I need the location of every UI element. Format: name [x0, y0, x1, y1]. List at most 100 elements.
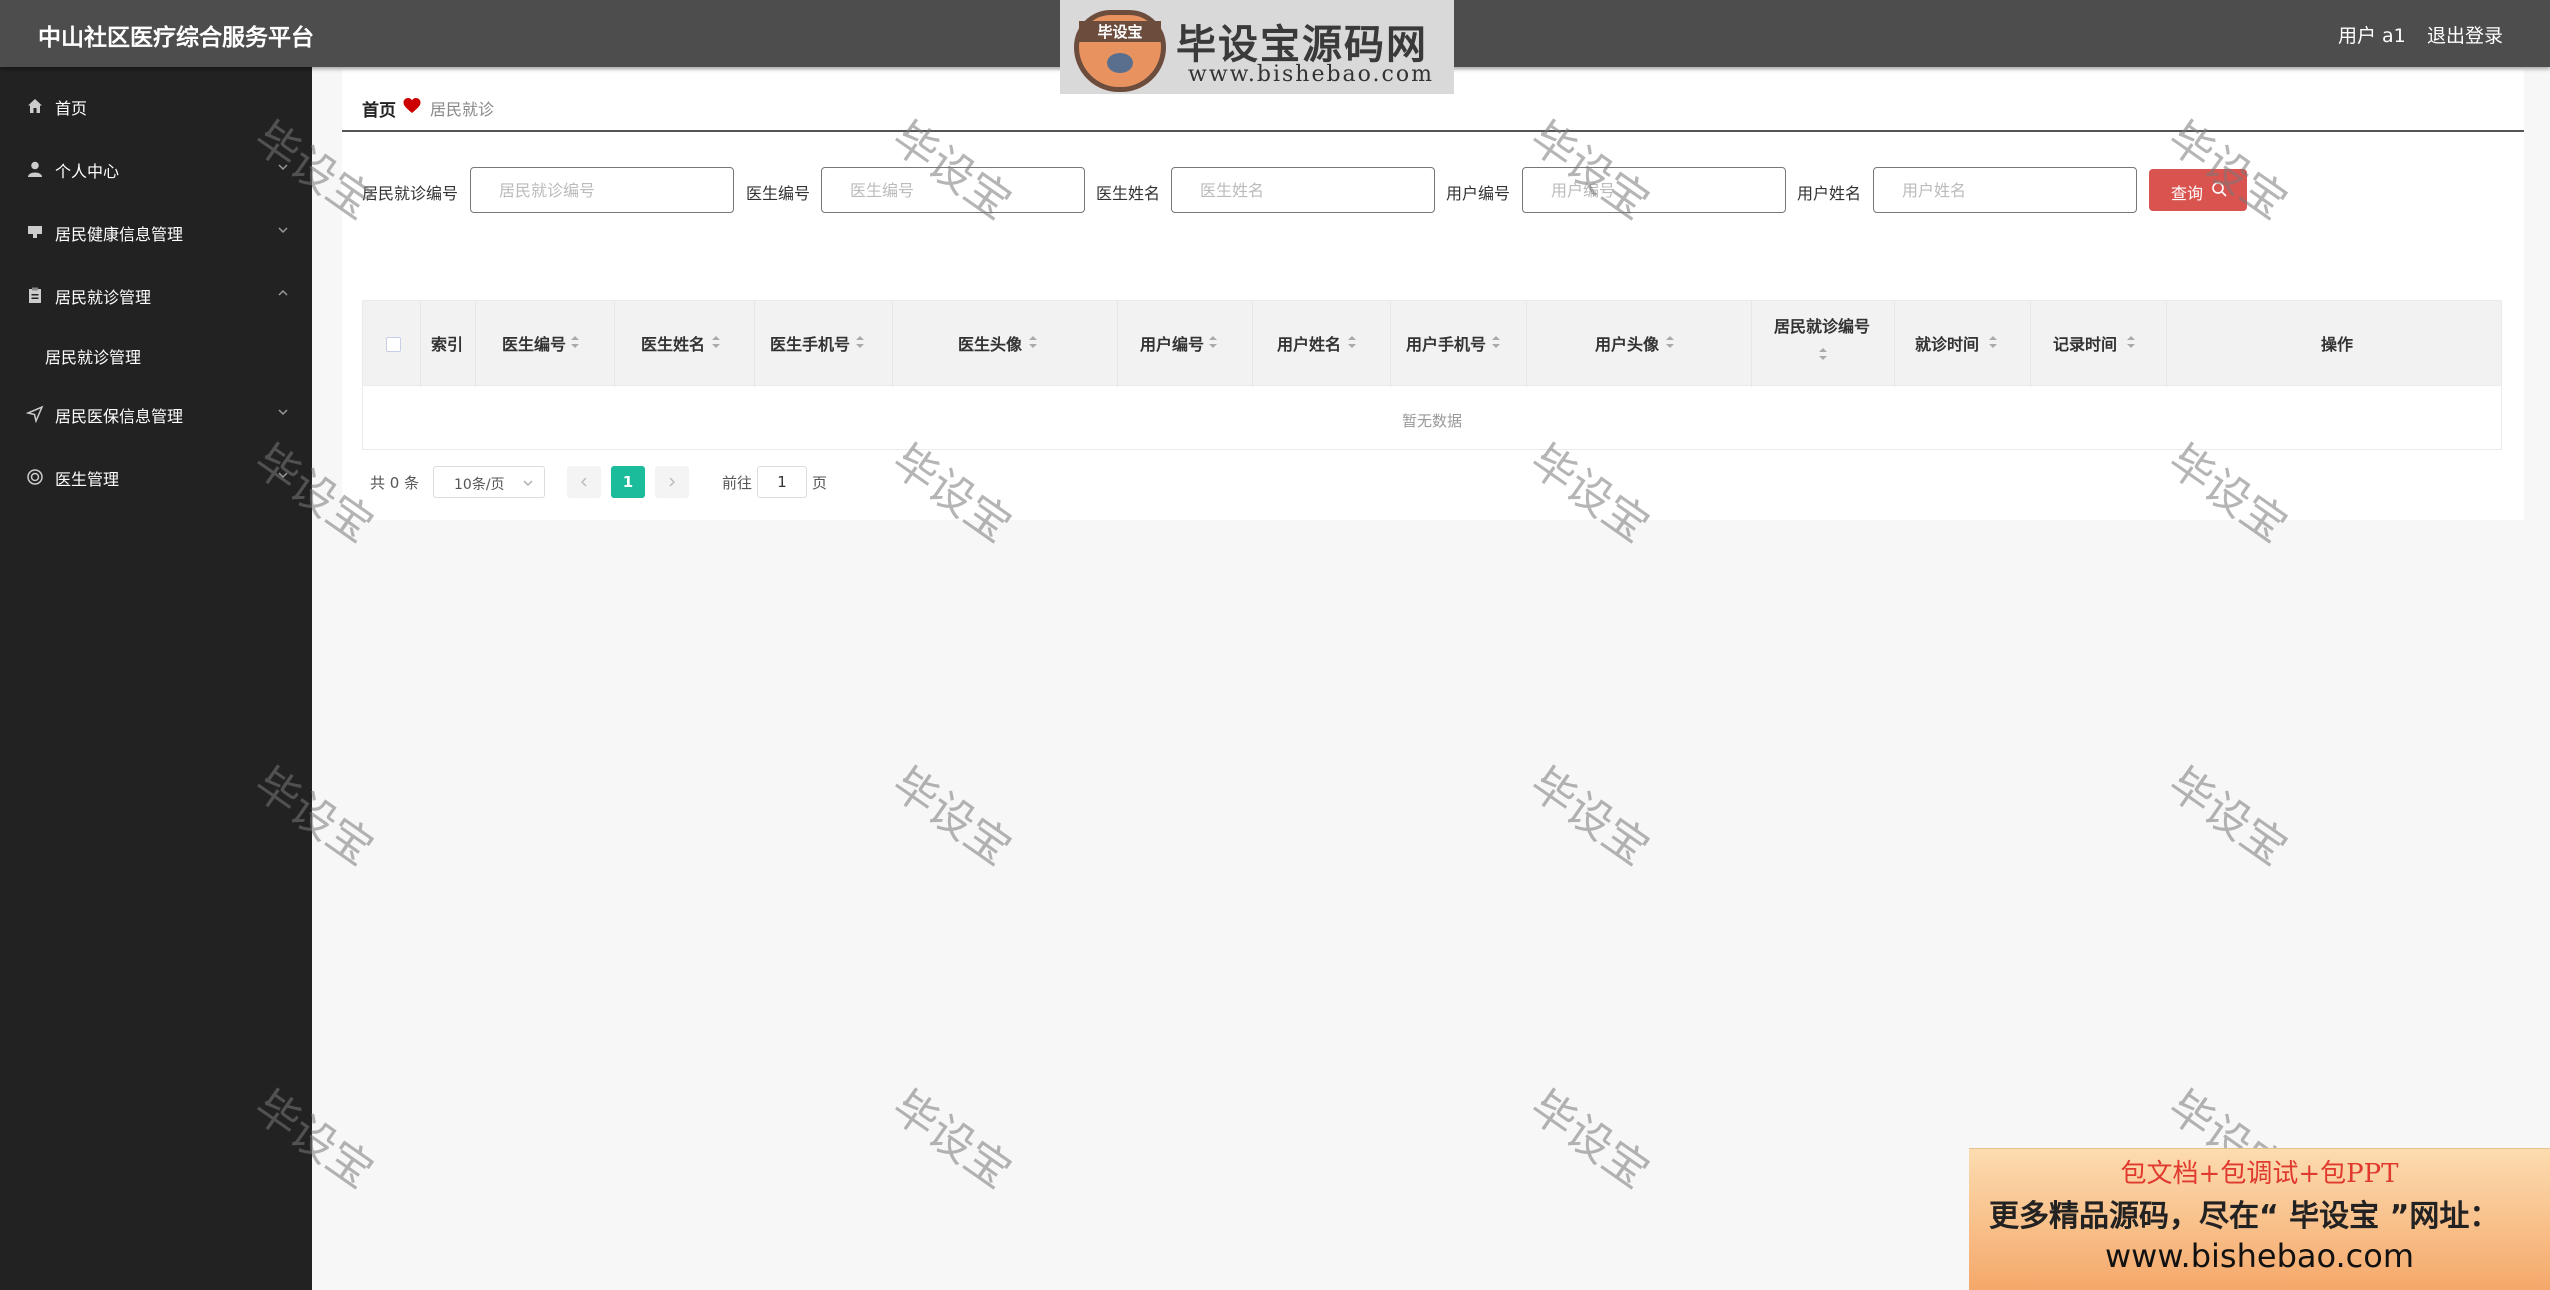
page-number-current[interactable]: 1	[611, 466, 645, 498]
target-icon	[27, 469, 43, 485]
brand-url: www.bishebao.com	[1188, 62, 1434, 87]
query-button-label: 查询	[2171, 186, 2204, 203]
content-card	[342, 70, 2524, 520]
sidebar-item-doctor-management[interactable]: 医生管理	[0, 452, 312, 502]
sort-icon[interactable]	[1665, 335, 1675, 349]
prev-page-button[interactable]	[567, 466, 601, 498]
send-icon	[26, 405, 44, 423]
logout-link[interactable]: 退出登录	[2427, 21, 2503, 48]
select-all-column	[363, 301, 421, 387]
user-name-input[interactable]	[1873, 167, 2137, 213]
doctor-name-label: 医生姓名	[1096, 184, 1161, 203]
promo-line-1: 包文档+包调试+包PPT	[2120, 1159, 2399, 1189]
sort-icon[interactable]	[1491, 335, 1501, 349]
sidebar-item-visit-management[interactable]: 居民就诊管理	[0, 270, 312, 320]
column-header[interactable]: 医生姓名	[615, 301, 755, 387]
sidebar-item-label: 首页	[55, 99, 88, 118]
user-no-label: 用户编号	[1446, 184, 1511, 203]
watermark-text: 毕设宝	[1520, 757, 1659, 876]
home-icon	[28, 99, 42, 113]
column-header[interactable]: 居民就诊编号	[1752, 301, 1895, 387]
sort-icon[interactable]	[855, 335, 865, 349]
column-header: 索引	[421, 301, 476, 387]
column-header: 操作	[2321, 335, 2354, 354]
sidebar: 首页 个人中心 居民健康信息管理 居民就诊管理 居民就诊管理 居民医保信息管理 …	[0, 67, 312, 1290]
sidebar-item-profile[interactable]: 个人中心	[0, 144, 312, 194]
search-icon	[2212, 182, 2227, 197]
column-header[interactable]: 医生编号	[476, 301, 615, 387]
sidebar-item-label: 个人中心	[55, 162, 120, 181]
sort-icon[interactable]	[1347, 335, 1357, 349]
clipboard-icon	[29, 287, 41, 303]
sort-icon[interactable]	[570, 335, 580, 349]
goto-page-input[interactable]	[757, 466, 807, 498]
sort-icon[interactable]	[1028, 335, 1038, 349]
sidebar-item-home[interactable]: 首页	[0, 81, 312, 131]
current-user-label[interactable]: 用户 a1	[2338, 21, 2406, 48]
doctor-no-input[interactable]	[821, 167, 1085, 213]
sort-icon[interactable]	[711, 335, 721, 349]
pagination-total: 共 0 条	[370, 474, 420, 492]
brand-badge-icon: 毕设宝	[1074, 10, 1166, 92]
brand-badge-text: 毕设宝	[1079, 21, 1161, 42]
user-icon	[28, 161, 42, 177]
watermark-text: 毕设宝	[2158, 757, 2297, 876]
column-header[interactable]: 用户手机号	[1391, 301, 1527, 387]
breadcrumb-home[interactable]: 首页	[362, 96, 396, 121]
promo-line-2: 更多精品源码，尽在“ 毕设宝 ”网址：	[1989, 1199, 2500, 1234]
chevron-down-icon	[278, 164, 288, 171]
user-name-label: 用户姓名	[1797, 184, 1862, 203]
visit-no-label: 居民就诊编号	[362, 184, 459, 203]
visit-no-input[interactable]	[470, 167, 734, 213]
column-header[interactable]: 就诊时间	[1895, 301, 2031, 387]
heart-icon	[403, 98, 421, 113]
chevron-up-icon	[278, 289, 288, 296]
monitor-icon	[28, 226, 42, 238]
sort-icon[interactable]	[1208, 335, 1218, 349]
sidebar-item-health-info[interactable]: 居民健康信息管理	[0, 207, 312, 257]
sort-icon[interactable]	[1988, 335, 1998, 349]
brand-watermark-logo: 毕设宝 毕设宝源码网 www.bishebao.com	[1060, 0, 1454, 94]
promo-banner: 包文档+包调试+包PPT 更多精品源码，尽在“ 毕设宝 ”网址： www.bis…	[1969, 1148, 2550, 1290]
select-all-checkbox[interactable]	[386, 337, 401, 352]
goto-prefix: 前往	[722, 474, 753, 492]
sidebar-subitem-visit-management[interactable]: 居民就诊管理	[0, 330, 312, 380]
watermark-text: 毕设宝	[882, 1080, 1021, 1199]
doctor-name-input[interactable]	[1171, 167, 1435, 213]
promo-url: www.bishebao.com	[2104, 1237, 2415, 1275]
sidebar-subitem-label: 居民就诊管理	[45, 348, 142, 367]
sidebar-item-label: 居民健康信息管理	[55, 225, 184, 244]
query-button[interactable]: 查询	[2149, 169, 2247, 211]
doctor-no-label: 医生编号	[746, 184, 811, 203]
sidebar-item-label: 医生管理	[55, 470, 120, 489]
watermark-text: 毕设宝	[882, 757, 1021, 876]
chevron-down-icon	[523, 480, 533, 486]
page-size-value: 10条/页	[454, 477, 505, 493]
chevron-left-icon	[581, 477, 587, 487]
column-header[interactable]: 记录时间	[2031, 301, 2167, 387]
app-title: 中山社区医疗综合服务平台	[38, 25, 314, 51]
goto-suffix: 页	[812, 474, 828, 492]
breadcrumb-current: 居民就诊	[430, 100, 495, 119]
column-header[interactable]: 用户姓名	[1253, 301, 1391, 387]
sidebar-item-label: 居民医保信息管理	[55, 407, 184, 426]
next-page-button[interactable]	[655, 466, 689, 498]
sidebar-item-label: 居民就诊管理	[55, 288, 152, 307]
column-header[interactable]: 用户头像	[1527, 301, 1752, 387]
table-header: 索引 医生编号 医生姓名 医生手机号 医生头像 用户编号 用户姓名 用户手机号 …	[362, 300, 2502, 387]
sort-icon[interactable]	[2126, 335, 2136, 349]
chevron-down-icon	[278, 227, 288, 234]
column-header[interactable]: 医生头像	[893, 301, 1118, 387]
empty-state-text: 暂无数据	[1401, 412, 1462, 430]
watermark-text: 毕设宝	[1520, 1080, 1659, 1199]
chevron-down-icon	[278, 409, 288, 416]
chevron-down-icon	[278, 472, 288, 479]
sidebar-item-insurance-info[interactable]: 居民医保信息管理	[0, 389, 312, 439]
chevron-right-icon	[669, 477, 675, 487]
column-header[interactable]: 医生手机号	[755, 301, 893, 387]
table-body: 暂无数据	[362, 386, 2502, 450]
column-header[interactable]: 用户编号	[1118, 301, 1253, 387]
page-size-select[interactable]: 10条/页	[433, 466, 545, 498]
sort-icon[interactable]	[1818, 347, 1828, 361]
user-no-input[interactable]	[1522, 167, 1786, 213]
